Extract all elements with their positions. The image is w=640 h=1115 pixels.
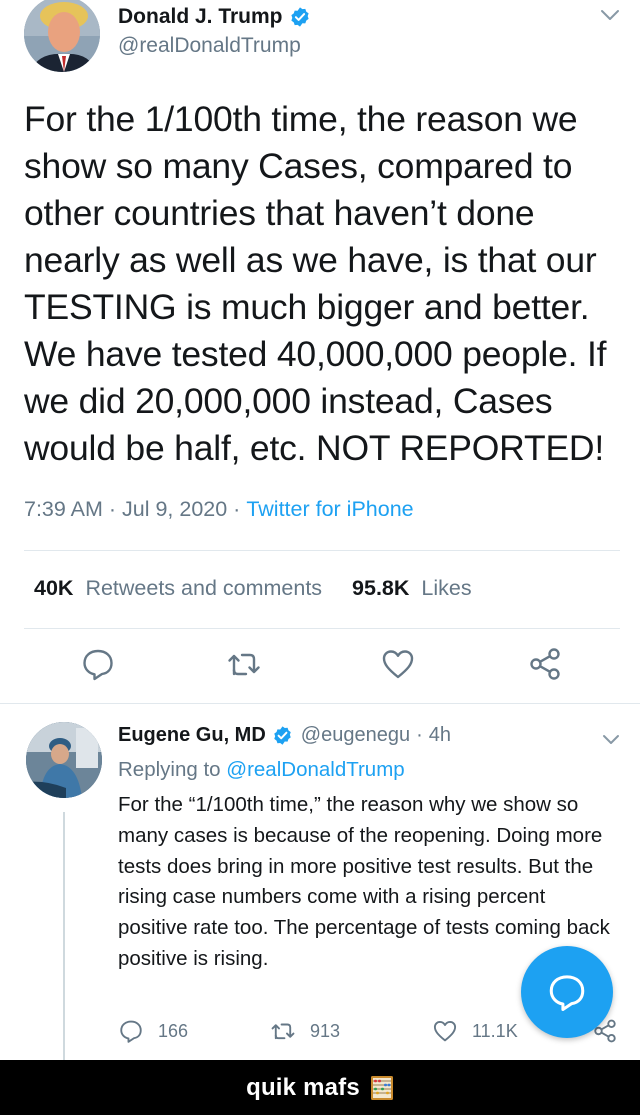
- like-count: 11.1K: [472, 1020, 518, 1041]
- chevron-down-icon[interactable]: [600, 8, 620, 22]
- main-name-row: Donald J. Trump: [118, 2, 311, 32]
- divider: [24, 550, 620, 551]
- thread-line: [63, 812, 65, 1060]
- reply-text: For the “1/100th time,” the reason why w…: [118, 793, 610, 970]
- main-tweet-header: Donald J. Trump @realDonaldTrump: [24, 0, 624, 80]
- compose-icon: [549, 975, 585, 1012]
- share-icon[interactable]: [527, 646, 563, 682]
- retweet-count: 913: [310, 1020, 341, 1041]
- display-name[interactable]: Donald J. Trump: [118, 5, 283, 29]
- meta-separator: ·: [227, 497, 247, 521]
- meta-separator: ·: [102, 497, 122, 521]
- retweets-label: Retweets and comments: [85, 576, 323, 600]
- meta-separator: ·: [416, 724, 423, 746]
- replying-prefix: Replying to: [118, 758, 221, 781]
- tweet-actions: [0, 640, 640, 690]
- reply-avatar[interactable]: [26, 722, 102, 798]
- retweet-icon: [271, 1023, 295, 1040]
- reply-action-retweet[interactable]: 913: [270, 1018, 340, 1044]
- tweet-date[interactable]: Jul 9, 2020: [122, 497, 227, 522]
- verified-badge-icon: [274, 726, 291, 745]
- divider: [24, 628, 620, 629]
- reply-handle[interactable]: @eugenegu: [301, 724, 410, 747]
- tweet-text: For the 1/100th time, the reason we show…: [24, 99, 607, 468]
- tweet-time: 7:39 AM: [24, 497, 103, 521]
- likes-label: Likes: [421, 576, 472, 600]
- tweet-meta: 7:39 AM · Jul 9, 2020 · Twitter for iPho…: [24, 497, 414, 522]
- retweets-count: 40K: [34, 576, 74, 600]
- likes-stat[interactable]: 95.8K Likes: [352, 576, 472, 601]
- like-icon[interactable]: [380, 646, 416, 682]
- reply-action-reply[interactable]: 166: [118, 1018, 188, 1044]
- reply-display-name[interactable]: Eugene Gu, MD: [118, 724, 266, 747]
- retweets-stat[interactable]: 40K Retweets and comments: [34, 576, 322, 601]
- like-icon: [433, 1021, 457, 1042]
- chevron-down-icon[interactable]: [602, 734, 620, 746]
- verified-badge-icon: [290, 7, 309, 27]
- handle[interactable]: @realDonaldTrump: [118, 34, 301, 58]
- reply-action-like[interactable]: 11.1K: [432, 1018, 518, 1044]
- reply-age: 4h: [428, 724, 452, 746]
- replying-to: Replying to @realDonaldTrump: [118, 758, 405, 782]
- caption-bar: quik mafs: [0, 1060, 640, 1115]
- tweet-stats: 40K Retweets and comments 95.8K Likes: [34, 576, 472, 601]
- caption-text: quik mafs: [246, 1073, 360, 1101]
- reply-count: 166: [158, 1020, 189, 1041]
- reply-avatar-portrait-image: [26, 722, 102, 798]
- retweet-icon[interactable]: [226, 646, 262, 682]
- reply-icon[interactable]: [80, 646, 116, 682]
- avatar[interactable]: [24, 0, 100, 72]
- likes-count: 95.8K: [352, 576, 410, 600]
- tweet-source-link[interactable]: Twitter for iPhone: [246, 497, 413, 522]
- reply-header: Eugene Gu, MD @eugenegu · 4h: [118, 724, 451, 747]
- reply-icon: [120, 1020, 142, 1043]
- compose-button[interactable]: [521, 946, 613, 1038]
- abacus-icon: [370, 1075, 393, 1100]
- replying-to-mention[interactable]: @realDonaldTrump: [226, 758, 404, 781]
- avatar-portrait-image: [24, 0, 100, 72]
